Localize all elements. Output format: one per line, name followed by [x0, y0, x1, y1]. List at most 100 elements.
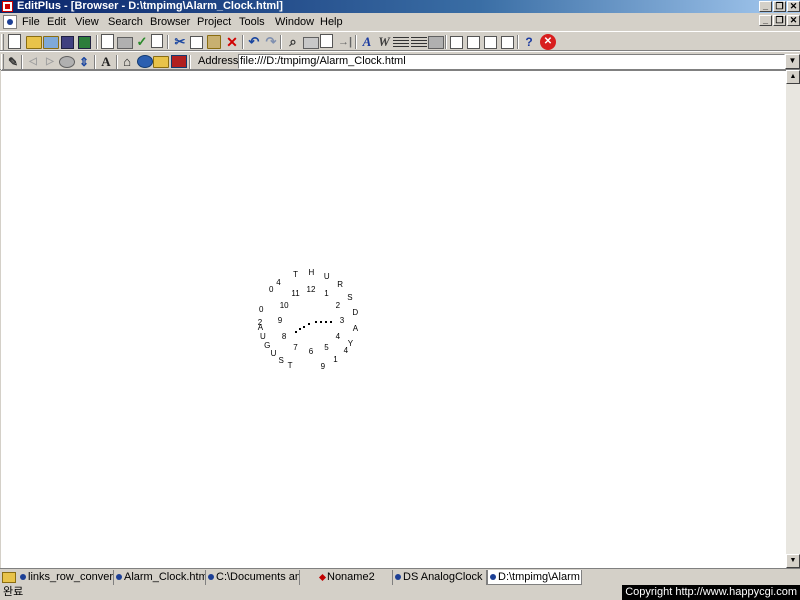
toolbar-grip[interactable]	[1, 34, 4, 50]
home-icon[interactable]: ⌂	[119, 54, 135, 70]
menu-help[interactable]: Help	[320, 15, 343, 29]
toolbar-grip[interactable]	[1, 54, 4, 70]
open-file-icon[interactable]	[26, 36, 42, 49]
menu-file[interactable]: File	[22, 15, 40, 29]
toolbar-separator	[21, 55, 23, 69]
window-cascade-icon[interactable]	[467, 36, 480, 49]
new-file-icon[interactable]	[8, 34, 21, 49]
menu-tools[interactable]: Tools	[239, 15, 265, 29]
tab-links-row-convert[interactable]: links_row_convert.i	[18, 570, 114, 585]
doc-close-button[interactable]: ✕	[787, 15, 800, 26]
doc-restore-button[interactable]: ❐	[773, 15, 786, 26]
search-web-icon[interactable]	[137, 55, 153, 68]
help-icon[interactable]: ?	[521, 34, 537, 50]
stop-icon[interactable]: ✕	[540, 34, 556, 50]
hour-number: 1	[324, 289, 329, 299]
toolbar-separator	[280, 35, 282, 49]
year-digit: 1	[333, 355, 338, 365]
edit-mode-icon[interactable]: ✎	[5, 54, 21, 70]
paste-icon[interactable]	[207, 35, 221, 49]
toolbar-separator	[445, 35, 447, 49]
tab-alarm-clock[interactable]: Alarm_Clock.html	[114, 570, 206, 585]
font-size-icon[interactable]: A	[98, 54, 114, 70]
toolbar-separator	[167, 35, 169, 49]
tab-browser-alarm[interactable]: D:\tmpimg\Alarm	[487, 570, 582, 585]
spellcheck-icon[interactable]: ✓	[134, 34, 150, 50]
find-in-files-icon[interactable]	[320, 34, 333, 48]
line-number-icon[interactable]	[393, 37, 409, 47]
scroll-down-button[interactable]: ▼	[786, 554, 800, 568]
print-icon[interactable]	[117, 37, 133, 49]
year-digit: 9	[320, 361, 326, 371]
doc-minimize-button[interactable]: _	[759, 15, 772, 26]
save-icon[interactable]	[61, 36, 74, 49]
tab-noname2[interactable]: Noname2	[300, 570, 393, 585]
html-file-icon	[208, 574, 214, 581]
refresh-icon[interactable]: ⇕	[76, 54, 92, 70]
menu-window[interactable]: Window	[275, 15, 314, 29]
ruler-icon[interactable]	[411, 37, 427, 47]
title-bar[interactable]: EditPlus - [Browser - D:\tmpimg\Alarm_Cl…	[0, 0, 800, 13]
window-full-icon[interactable]	[501, 36, 514, 49]
find-icon[interactable]: ⌕	[285, 34, 301, 50]
open-remote-icon[interactable]	[43, 36, 59, 49]
day-letter: A	[352, 323, 359, 333]
copyright-banner[interactable]: Copyright http://www.happycgi.com	[622, 585, 800, 600]
window-close-icon[interactable]	[484, 36, 497, 49]
forward-icon[interactable]: ▷	[42, 54, 58, 70]
address-dropdown-button[interactable]: ▼	[785, 54, 800, 69]
undo-icon[interactable]: ↶	[246, 34, 262, 50]
app-icon[interactable]	[2, 1, 13, 12]
properties-icon[interactable]	[151, 34, 163, 48]
toolbar-separator	[96, 35, 98, 49]
print-preview-icon[interactable]	[101, 34, 114, 49]
day-letter: H	[308, 268, 315, 278]
column-select-icon[interactable]	[428, 36, 444, 49]
month-letter: T	[287, 360, 293, 370]
close-button[interactable]: ✕	[787, 1, 800, 12]
history-icon[interactable]	[171, 55, 187, 68]
delete-icon[interactable]: ✕	[224, 34, 240, 50]
address-input[interactable]: file:///D:/tmpimg/Alarm_Clock.html	[238, 54, 785, 69]
copy-icon[interactable]	[190, 36, 203, 49]
hour-hand	[294, 330, 297, 333]
date-digit: 4	[276, 278, 281, 288]
menu-edit[interactable]: Edit	[47, 15, 66, 29]
date-digit: 0	[258, 305, 264, 315]
favorites-icon[interactable]	[153, 56, 169, 68]
document-tabs: links_row_convert.i Alarm_Clock.html C:\…	[0, 568, 800, 585]
toolbar-separator	[189, 55, 191, 69]
html-file-icon	[20, 574, 26, 581]
scroll-up-button[interactable]: ▲	[786, 70, 800, 84]
menu-search[interactable]: Search	[108, 15, 143, 29]
hour-hand	[307, 323, 310, 325]
cut-icon[interactable]: ✂	[172, 34, 188, 50]
html-file-icon	[116, 574, 122, 581]
goto-line-icon[interactable]: →|	[337, 34, 353, 50]
editplus-window: EditPlus - [Browser - D:\tmpimg\Alarm_Cl…	[0, 0, 800, 600]
folder-icon[interactable]	[2, 572, 16, 583]
redo-icon[interactable]: ↷	[263, 34, 279, 50]
back-icon[interactable]: ◁	[25, 54, 41, 70]
menu-browser[interactable]: Browser	[150, 15, 190, 29]
save-all-icon[interactable]	[78, 36, 91, 49]
main-toolbar: ✓ ✂ ✕ ↶ ↷ ⌕ →| A W ? ✕	[0, 31, 800, 51]
tab-ds-analogclock[interactable]: DS AnalogClock -	[393, 570, 487, 585]
address-label: Address	[198, 55, 239, 67]
browser-viewport[interactable]: 0 4 T H U R S D A Y A U G U S T 4 1 9 0 2 12 1 2 3 4 5 6 7 8 9 10 11	[1, 70, 786, 568]
toolbar-separator	[355, 35, 357, 49]
stop-loading-icon[interactable]	[59, 56, 75, 68]
toolbar-separator	[116, 55, 118, 69]
minimize-button[interactable]: _	[759, 1, 772, 12]
menu-project[interactable]: Project	[197, 15, 231, 29]
word-wrap-icon[interactable]: W	[376, 34, 392, 50]
replace-icon[interactable]	[303, 37, 319, 49]
tab-documents[interactable]: C:\Documents an	[206, 570, 300, 585]
font-icon[interactable]: A	[359, 34, 375, 50]
window-tile-icon[interactable]	[450, 36, 463, 49]
maximize-button[interactable]: ❐	[773, 1, 786, 12]
vertical-scrollbar[interactable]: ▲ ▼	[786, 70, 800, 568]
menu-view[interactable]: View	[75, 15, 99, 29]
menu-bar: File Edit View Search Browser Project To…	[0, 13, 800, 31]
document-icon[interactable]	[3, 15, 17, 29]
